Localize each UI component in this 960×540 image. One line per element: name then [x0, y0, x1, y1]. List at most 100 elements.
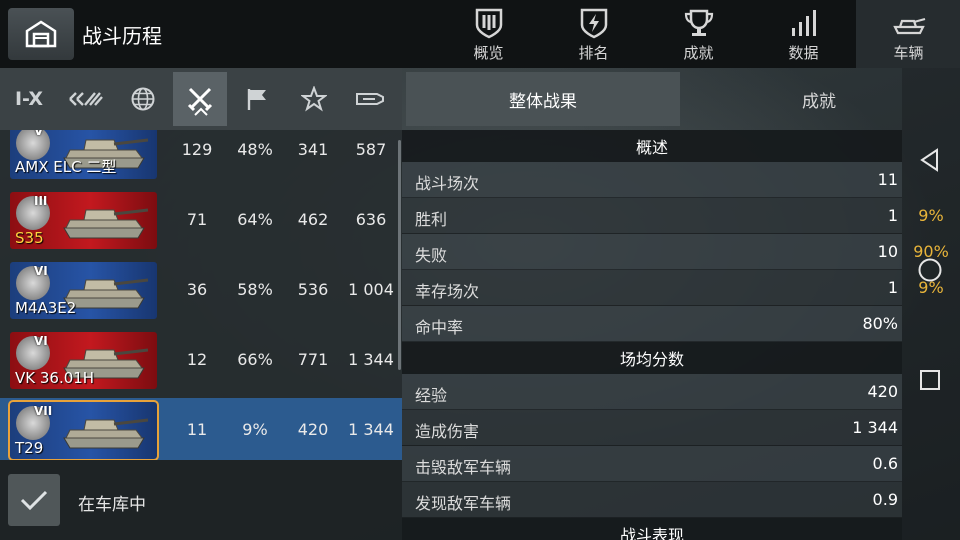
tab-statistics[interactable]: 数据: [751, 0, 856, 68]
vehicle-tier: VI: [34, 264, 48, 278]
stat-row: 发现敌军车辆 0.9: [402, 482, 902, 518]
vehicle-name: VK 36.01H: [15, 369, 95, 387]
star-icon: [301, 86, 327, 112]
stats-panel: 概述 战斗场次 11 胜利 1 失败 10 幸存场次 1 命中率 80% 场均分…: [402, 130, 902, 540]
in-garage-checkbox[interactable]: [8, 474, 60, 526]
performance-section-title: 战斗表现: [402, 518, 902, 540]
in-garage-label: 在车库中: [78, 495, 146, 515]
avg-damage: 1 004: [348, 280, 394, 299]
stat-value: 0.9: [872, 490, 898, 509]
stat-label: 幸存场次: [415, 282, 480, 301]
avg-damage: 587: [355, 140, 387, 159]
stat-label: 命中率: [415, 318, 464, 337]
avg-experience: 771: [297, 350, 329, 369]
vehicle-row[interactable]: VI VK 36.01H 12 66% 771 1 344: [0, 328, 402, 396]
vehicle-class-icon: [69, 92, 103, 106]
tab-ranking[interactable]: 排名: [541, 0, 646, 68]
battles-count: 71: [186, 210, 208, 229]
stat-value: 1: [887, 278, 898, 297]
star-filter-button[interactable]: [287, 72, 341, 126]
vehicle-row[interactable]: VII T29 11 9% 420 1 344: [0, 398, 402, 460]
vehicle-name: M4A3E2: [15, 299, 77, 317]
tab-ranking-label: 排名: [578, 44, 609, 62]
stat-value: 1 344: [852, 418, 898, 437]
vehicle-row[interactable]: V AMX ELC 二型 129 48% 341 587: [0, 130, 402, 186]
stat-row: 战斗场次 11: [402, 162, 902, 198]
tab-overview[interactable]: 概览: [436, 0, 541, 68]
tier-filter-label: I-X: [14, 88, 44, 110]
back-icon[interactable]: [916, 146, 944, 174]
avg-damage: 1 344: [348, 420, 394, 439]
stat-label: 经验: [415, 386, 448, 405]
win-rate: 58%: [237, 280, 273, 299]
battles-filter-button[interactable]: [173, 72, 227, 126]
flag-filter-button[interactable]: [230, 72, 284, 126]
vehicle-card[interactable]: III S35: [10, 192, 157, 249]
vehicle-list[interactable]: V AMX ELC 二型 129 48% 341 587 III S35 71 64% 462 636…: [0, 130, 402, 460]
avg-damage: 636: [355, 210, 387, 229]
nation-filter-button[interactable]: [59, 72, 113, 126]
system-nav-bar: [902, 68, 960, 540]
vehicle-tier: VI: [34, 334, 48, 348]
stat-label: 击毁敌军车辆: [415, 458, 512, 477]
stat-value: 0.6: [872, 454, 898, 473]
win-rate: 48%: [237, 140, 273, 159]
page-title: 战斗历程: [82, 24, 162, 48]
overview-section-title: 概述: [402, 130, 902, 162]
stat-row: 造成伤害 1 344: [402, 410, 902, 446]
globe-icon: [131, 87, 155, 111]
recent-apps-icon[interactable]: [916, 366, 944, 394]
vehicle-tier: V: [34, 130, 44, 138]
gun-icon: [356, 93, 384, 105]
vehicle-name: T29: [15, 439, 44, 457]
top-bar: 战斗历程 概览 排名 成就 数据 车辆: [0, 0, 960, 68]
stat-value: 10: [877, 242, 898, 261]
battles-count: 12: [186, 350, 208, 369]
tab-overview-label: 概览: [473, 44, 504, 62]
stat-label: 发现敌军车辆: [415, 494, 512, 513]
checkmark-icon: [20, 490, 48, 511]
stat-value: 11: [877, 170, 898, 189]
garage-home-button[interactable]: [8, 8, 74, 60]
stat-row: 经验 420: [402, 374, 902, 410]
garage-filter-row: 在车库中: [0, 460, 402, 540]
vehicle-card[interactable]: V AMX ELC 二型: [10, 130, 157, 179]
vehicle-row[interactable]: III S35 71 64% 462 636: [0, 188, 402, 256]
tier-filter-button[interactable]: I-X: [2, 72, 56, 126]
win-percent: 9%: [918, 206, 944, 225]
tab-overall-results[interactable]: 整体战果: [406, 72, 680, 126]
shield-icon: [475, 8, 502, 39]
trophy-icon: [684, 9, 713, 36]
stat-label: 失败: [415, 246, 448, 265]
tab-vehicles-label: 车辆: [893, 44, 924, 62]
vehicle-name: AMX ELC 二型: [15, 158, 117, 176]
avg-experience: 536: [297, 280, 329, 299]
vehicle-tier: III: [34, 194, 48, 208]
tab-achievements[interactable]: 成就: [646, 0, 751, 68]
tab-vehicles[interactable]: 车辆: [856, 0, 960, 68]
stat-label: 造成伤害: [415, 422, 480, 441]
stat-row: 幸存场次 1: [402, 270, 902, 306]
globe-filter-button[interactable]: [116, 72, 170, 126]
stat-row: 命中率 80%: [402, 306, 902, 342]
vehicle-card[interactable]: VI VK 36.01H: [10, 332, 157, 389]
tab-statistics-label: 数据: [788, 44, 819, 62]
vehicle-tier: VII: [34, 404, 53, 418]
vehicle-list-scrollbar[interactable]: [398, 140, 401, 370]
flag-icon: [247, 89, 266, 110]
tank-silhouette-icon: [63, 418, 149, 449]
vehicle-card[interactable]: VII T29: [8, 400, 159, 460]
home-circle-icon[interactable]: [916, 256, 944, 284]
stat-row: 失败 10: [402, 234, 902, 270]
vehicle-filter-bar: I-X: [0, 68, 402, 130]
stat-row: 击毁敌军车辆 0.6: [402, 446, 902, 482]
vehicle-row[interactable]: VI M4A3E2 36 58% 536 1 004: [0, 258, 402, 326]
avg-experience: 420: [297, 420, 329, 439]
gun-filter-button[interactable]: [344, 72, 398, 126]
bar-chart-icon: [791, 10, 816, 36]
garage-icon: [25, 20, 57, 48]
stat-row: 胜利 1: [402, 198, 902, 234]
win-rate: 9%: [242, 420, 268, 439]
tank-silhouette-icon: [63, 208, 149, 239]
vehicle-card[interactable]: VI M4A3E2: [10, 262, 157, 319]
